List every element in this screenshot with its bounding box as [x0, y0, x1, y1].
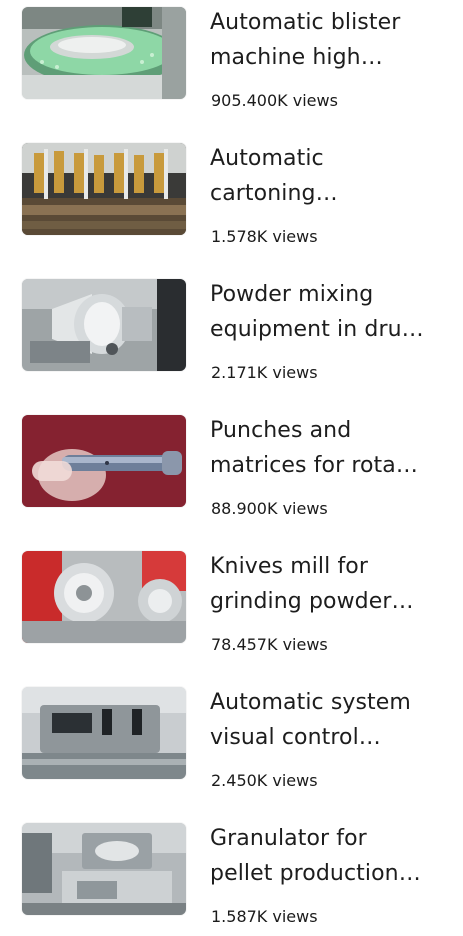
visual-control-system-thumbnail-image	[22, 687, 186, 779]
views-label: views	[272, 227, 318, 246]
video-views: 905.400K views	[211, 91, 338, 111]
view-count: 2.450K	[211, 771, 268, 790]
blister-machine-thumbnail-image	[22, 7, 186, 99]
video-list-item[interactable]: Automatic system visual control… 2.450K …	[0, 680, 463, 800]
video-title[interactable]: Punches and matrices for rota…	[210, 413, 450, 483]
video-views: 1.578K views	[211, 227, 318, 247]
video-title-line1: Knives mill for	[210, 554, 369, 579]
video-title[interactable]: Automatic blister machine high…	[210, 5, 450, 75]
video-views: 2.450K views	[211, 771, 318, 791]
views-label: views	[272, 907, 318, 926]
view-count: 905.400K	[211, 91, 288, 110]
view-count: 1.578K	[211, 227, 268, 246]
video-thumbnail[interactable]	[22, 279, 186, 371]
views-label: views	[272, 363, 318, 382]
video-thumbnail[interactable]	[22, 415, 186, 507]
video-views: 88.900K views	[211, 499, 328, 519]
video-title[interactable]: Powder mixing equipment in dru…	[210, 277, 450, 347]
video-title-line2: pellet production…	[210, 861, 421, 886]
video-title[interactable]: Automatic system visual control…	[210, 685, 450, 755]
video-list-item[interactable]: Automatic blister machine high… 905.400K…	[0, 0, 463, 120]
punch-tool-thumbnail-image	[22, 415, 186, 507]
video-views: 1.587K views	[211, 907, 318, 927]
video-title-line2: cartoning…	[210, 181, 338, 206]
views-label: views	[292, 91, 338, 110]
video-title-line1: Punches and	[210, 418, 352, 443]
view-count: 1.587K	[211, 907, 268, 926]
video-title-line2: grinding powder…	[210, 589, 414, 614]
video-title-line2: matrices for rota…	[210, 453, 418, 478]
view-count: 2.171K	[211, 363, 268, 382]
granulator-thumbnail-image	[22, 823, 186, 915]
video-title-line1: Automatic	[210, 146, 324, 171]
cartoning-machine-thumbnail-image	[22, 143, 186, 235]
video-title-line2: machine high…	[210, 45, 383, 70]
video-thumbnail[interactable]	[22, 823, 186, 915]
view-count: 78.457K	[211, 635, 278, 654]
video-list-item[interactable]: Knives mill for grinding powder… 78.457K…	[0, 544, 463, 664]
video-title-line1: Automatic blister	[210, 10, 401, 35]
powder-mixer-thumbnail-image	[22, 279, 186, 371]
video-list-item[interactable]: Powder mixing equipment in dru… 2.171K v…	[0, 272, 463, 392]
video-title-line1: Automatic system	[210, 690, 411, 715]
video-title-line1: Granulator for	[210, 826, 367, 851]
video-title[interactable]: Automatic cartoning…	[210, 141, 450, 211]
view-count: 88.900K	[211, 499, 278, 518]
video-title[interactable]: Granulator for pellet production…	[210, 821, 450, 891]
video-title[interactable]: Knives mill for grinding powder…	[210, 549, 450, 619]
video-thumbnail[interactable]	[22, 7, 186, 99]
views-label: views	[282, 499, 328, 518]
video-views: 2.171K views	[211, 363, 318, 383]
video-thumbnail[interactable]	[22, 551, 186, 643]
video-thumbnail[interactable]	[22, 687, 186, 779]
video-title-line2: visual control…	[210, 725, 381, 750]
views-label: views	[272, 771, 318, 790]
video-list-item[interactable]: Automatic cartoning… 1.578K views	[0, 136, 463, 256]
knives-mill-thumbnail-image	[22, 551, 186, 643]
video-list-item[interactable]: Granulator for pellet production… 1.587K…	[0, 816, 463, 936]
video-list-item[interactable]: Punches and matrices for rota… 88.900K v…	[0, 408, 463, 528]
video-views: 78.457K views	[211, 635, 328, 655]
video-thumbnail[interactable]	[22, 143, 186, 235]
views-label: views	[282, 635, 328, 654]
video-title-line1: Powder mixing	[210, 282, 374, 307]
video-title-line2: equipment in dru…	[210, 317, 424, 342]
